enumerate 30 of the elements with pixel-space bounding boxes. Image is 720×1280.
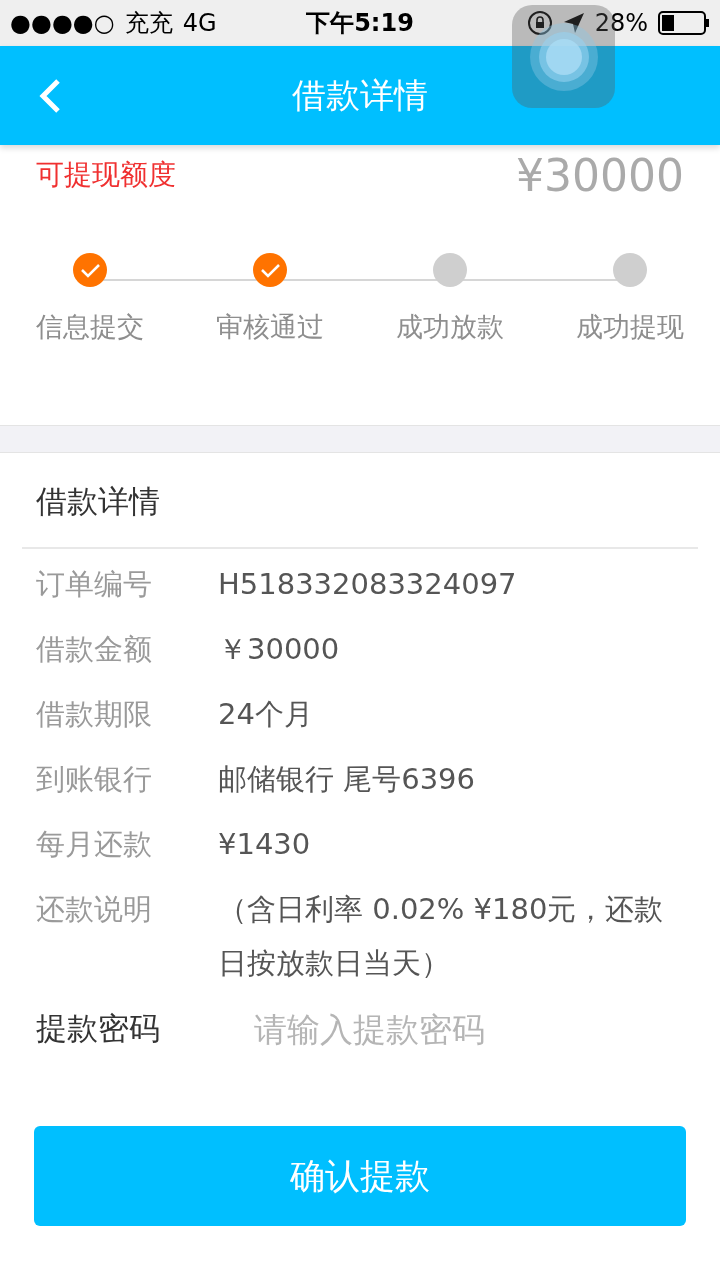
password-label: 提款密码	[36, 1009, 161, 1048]
battery-percent: 28%	[594, 9, 648, 37]
detail-value: ¥1430	[218, 826, 312, 863]
detail-label: 订单编号	[36, 566, 153, 603]
detail-value: H518332083324097	[218, 566, 518, 603]
location-arrow-icon	[562, 12, 585, 34]
detail-label: 每月还款	[36, 826, 153, 863]
quota-label: 可提现额度	[36, 157, 176, 193]
detail-value: （含日利率 0.02% ¥180元，还款日按放款日当天）	[218, 891, 665, 982]
confirm-button[interactable]: 确认提款	[34, 1126, 686, 1226]
status-time: 下午5:19	[306, 8, 414, 39]
section-title: 借款详情	[35, 482, 161, 521]
detail-label: 还款说明	[36, 891, 153, 928]
detail-label: 借款金额	[36, 631, 153, 668]
detail-label: 借款期限	[36, 696, 153, 733]
detail-value: ￥30000	[218, 631, 341, 668]
network-type: 4G	[182, 9, 217, 37]
battery-icon	[658, 11, 710, 35]
step-label: 信息提交	[36, 310, 144, 344]
carrier-name: 充充	[124, 8, 173, 39]
page-title: 借款详情	[292, 73, 428, 117]
detail-label: 到账银行	[36, 761, 153, 798]
step-label: 成功放款	[396, 310, 504, 344]
rotation-lock-icon	[526, 10, 553, 36]
signal-dots: ●●●●○	[10, 9, 115, 37]
step-label: 审核通过	[216, 310, 324, 344]
detail-value: 邮储银行 尾号6396	[218, 761, 477, 798]
quota-amount: ¥30000	[516, 149, 684, 201]
step-label: 成功提现	[576, 310, 684, 344]
detail-value: 24个月	[218, 696, 314, 733]
